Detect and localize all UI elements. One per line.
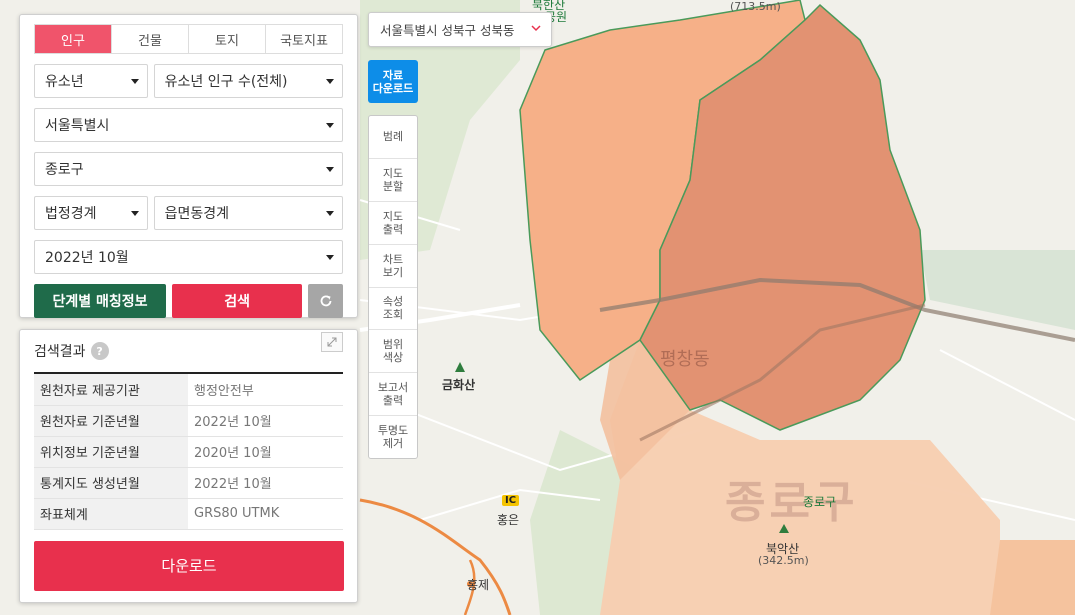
tool-print-map[interactable]: 지도 출력 [369,200,417,244]
category-tabs: 인구 건물 토지 국토지표 [34,24,343,54]
location-selector[interactable]: 서울특별시 성북구 성북동 [368,12,552,47]
chevron-down-icon [531,21,541,35]
result-key: 위치정보 기준년월 [34,436,188,468]
map-label-peak-height: (713.5m) [730,0,781,13]
tool-label: 범위 [382,338,404,352]
search-button[interactable]: 검색 [172,284,303,318]
table-row: 원천자료 기준년월 2022년 10월 [34,405,343,437]
caret-down-icon [326,123,334,128]
result-key: 원천자료 제공기관 [34,374,188,406]
download-button[interactable]: 다운로드 [34,540,344,591]
caret-down-icon [326,211,334,216]
tool-label: 투명도 [377,424,409,438]
tool-label: 색상 [382,351,404,365]
refresh-icon [320,295,332,307]
sido-select[interactable]: 서울특별시 [34,108,343,142]
map-label-hongeun: 홍은 [497,513,520,527]
tool-label: 제거 [382,437,404,451]
tool-label: 출력 [382,394,404,408]
tool-label: 범례 [382,130,404,144]
map-label-ic: IC [502,495,520,506]
tool-label: 지도 [382,166,404,180]
result-table: 원천자료 제공기관 행정안전부 원천자료 기준년월 2022년 10월 위치정보… [34,374,343,530]
table-row: 위치정보 기준년월 2020년 10월 [34,436,343,468]
caret-down-icon [130,79,139,84]
tool-label: 차트 [382,252,404,266]
result-value: 2022년 10월 [188,405,343,437]
result-panel: 검색결과 ? 원천자료 제공기관 행정안전부 원천자료 기준년월 2022년 1… [19,329,358,603]
result-value: 2022년 10월 [188,467,343,499]
tool-report[interactable]: 보고서 출력 [369,372,417,415]
result-title: 검색결과 [34,344,86,360]
result-key: 원천자료 기준년월 [34,405,188,437]
tool-label: 분할 [382,179,404,193]
tool-chart[interactable]: 차트 보기 [369,243,417,287]
map-label-bugaksan-height: (342.5m) [758,554,809,567]
indicator-select-value: 유소년 인구 수(전체) [164,74,288,90]
period-select[interactable]: 2022년 10월 [34,240,343,274]
tool-label: 지도 [382,209,404,223]
tab-building[interactable]: 건물 [111,25,188,53]
table-row: 통계지도 생성년월 2022년 10월 [34,467,343,499]
result-key: 통계지도 생성년월 [34,467,188,499]
sigungu-select-value: 종로구 [45,162,84,178]
boundary-type-select[interactable]: 법정경계 [34,196,148,230]
result-value: 행정안전부 [188,374,343,406]
tab-national-indicator[interactable]: 국토지표 [265,25,342,53]
boundary-type-value: 법정경계 [45,206,97,222]
tool-attribute[interactable]: 속성 조회 [369,286,417,330]
sigungu-select[interactable]: 종로구 [34,152,343,186]
map-label-jongno-small: 종로구 [803,495,837,509]
help-icon[interactable]: ? [90,342,109,360]
tool-label: 조회 [382,308,404,322]
result-header: 검색결과 ? [34,330,343,374]
tool-label: 출력 [382,222,404,236]
sido-select-value: 서울특별시 [45,118,110,134]
tool-split-map[interactable]: 지도 분할 [369,157,417,201]
result-value: GRS80 UTMK [188,498,343,530]
data-download-button[interactable]: 자료 다운로드 [368,60,418,103]
result-key: 좌표체계 [34,498,188,530]
caret-down-icon [326,79,334,84]
map-label-pyeongchang: 평창동 [660,349,710,370]
period-select-value: 2022년 10월 [45,250,129,266]
boundary-level-select[interactable]: 읍면동경계 [153,196,343,230]
tool-label: 보기 [382,265,404,279]
table-row: 좌표체계 GRS80 UTMK [34,498,343,530]
data-download-line2: 다운로드 [372,81,414,95]
boundary-level-value: 읍면동경계 [164,206,230,222]
tab-land[interactable]: 토지 [188,25,265,53]
caret-down-icon [326,255,334,260]
map-label-hongje: 홍제 [467,578,490,592]
tab-population[interactable]: 인구 [35,25,111,53]
tool-transparency[interactable]: 투명도 제거 [369,415,417,458]
location-label: 서울특별시 성북구 성북동 [380,23,515,38]
category-select-value: 유소년 [45,74,84,90]
tool-label: 보고서 [377,381,409,395]
tool-label: 속성 [382,295,404,309]
data-download-line1: 자료 [382,68,404,82]
map-label-jongno-large: 종로구 [725,477,859,528]
match-info-button[interactable]: 단계별 매칭정보 [34,284,167,318]
region-east[interactable] [990,540,1075,615]
tool-range-color[interactable]: 범위 색상 [369,329,417,372]
reset-button[interactable] [308,284,343,318]
caret-down-icon [130,211,139,216]
table-row: 원천자료 제공기관 행정안전부 [34,374,343,406]
result-value: 2020년 10월 [188,436,343,468]
category-select[interactable]: 유소년 [34,64,148,98]
map-label-geumhwasan: 금화산 [442,378,476,392]
expand-icon[interactable] [321,332,343,352]
search-panel: 인구 건물 토지 국토지표 유소년 유소년 인구 수(전체) 서울특별시 종로구… [19,14,358,318]
map-toolbar: 범례 지도 분할 지도 출력 차트 보기 속성 조회 범위 색상 보고서 출력 투명도 제거 [368,115,418,459]
indicator-select[interactable]: 유소년 인구 수(전체) [153,64,343,98]
tool-legend[interactable]: 범례 [369,116,417,158]
caret-down-icon [326,167,334,172]
